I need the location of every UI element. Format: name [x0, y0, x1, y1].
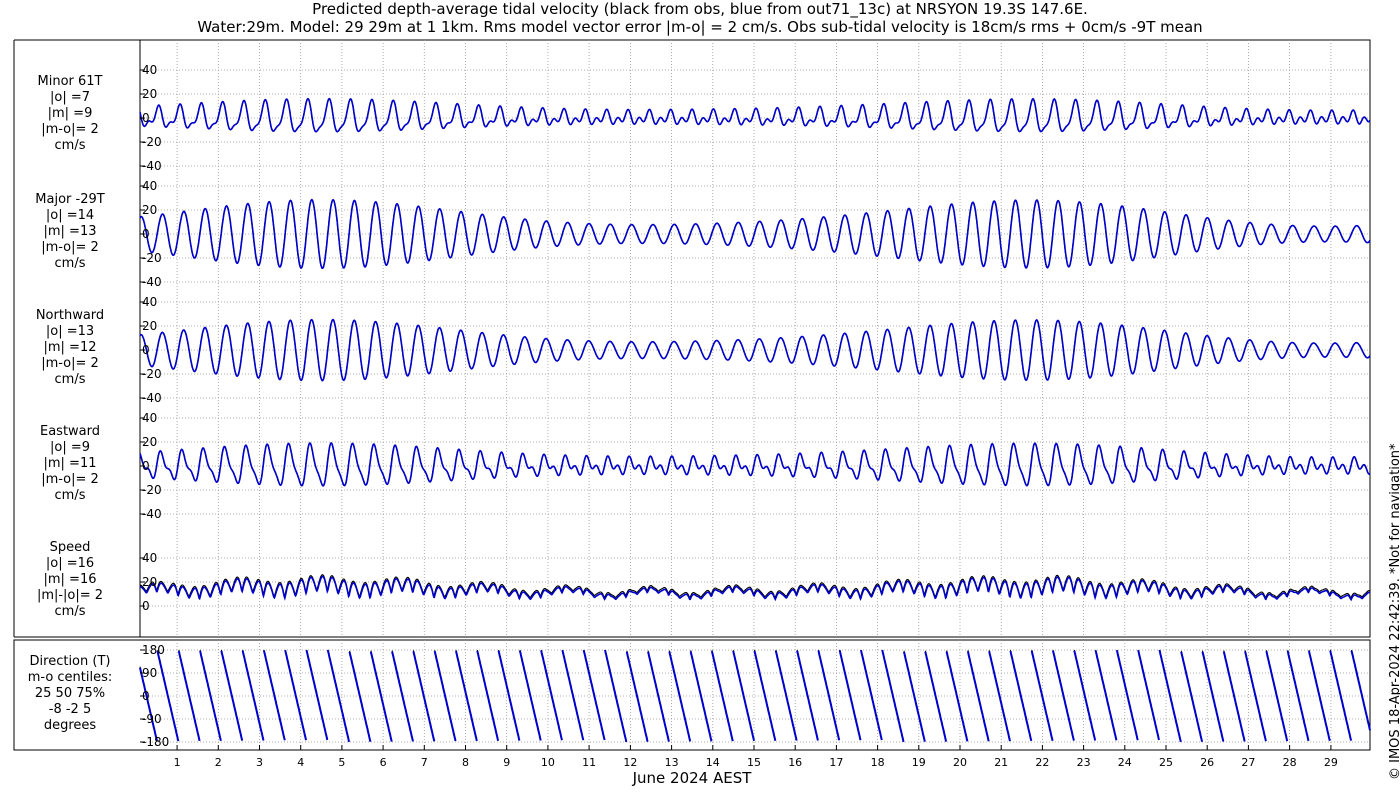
tidal-velocity-chart: 1 2 3 4 5 6 7 8 9 10 11 12 13 14 15 16 17 18 19 20 21 22 23 24 2… — [13, 39, 1371, 769]
major-panel-label-line: |o| =14 — [45, 208, 95, 223]
x-axis-label: June 2024 AEST — [632, 769, 752, 787]
y-tick-label: 20 — [142, 203, 157, 217]
series-layer — [139, 97, 1371, 743]
minor-panel-label-line: Minor 61T — [37, 74, 103, 89]
direction-panel-label-line: m-o centiles: — [27, 670, 113, 685]
northward-panel-label-line: |o| =13 — [45, 324, 95, 339]
speed-panel-label-line: Speed — [49, 540, 91, 555]
x-tick-label: 27 — [1241, 756, 1255, 769]
x-tick-label: 15 — [747, 756, 761, 769]
copyright-notice: © IMOS 18-Apr-2024 22:42:39. *Not for na… — [1388, 443, 1400, 780]
y-tick-label: 40 — [142, 179, 157, 193]
y-tick-label: 20 — [142, 575, 157, 589]
upper-frame — [139, 39, 1371, 638]
major-panel-label-line: cm/s — [54, 256, 86, 271]
x-tick-label: 6 — [380, 756, 387, 769]
y-tick-label: 0 — [142, 227, 150, 241]
direction-panel-label-line: -8 -2 5 — [48, 702, 92, 717]
y-tick-label: -40 — [142, 275, 162, 289]
x-tick-label: 10 — [541, 756, 555, 769]
x-tick-label: 12 — [623, 756, 637, 769]
y-tick-label: 40 — [142, 63, 157, 77]
direction-panel-label-line: Direction (T) — [29, 654, 111, 669]
direction-panel-label-line: degrees — [43, 718, 97, 733]
x-tick-label: 24 — [1118, 756, 1132, 769]
y-tick-label: 40 — [142, 295, 157, 309]
y-tick-label: -40 — [142, 507, 162, 521]
y-tick-label: 40 — [142, 411, 157, 425]
x-tick-label: 26 — [1200, 756, 1214, 769]
x-tick-label: 8 — [462, 756, 469, 769]
x-tick-label: 29 — [1324, 756, 1338, 769]
y-tick-label: 0 — [142, 111, 150, 125]
y-tick-label: -180 — [142, 735, 169, 749]
y-tick-label: -20 — [142, 135, 162, 149]
northward-panel-label-line: |m| =12 — [43, 340, 97, 355]
y-tick-label: 90 — [142, 666, 157, 680]
major-panel-label-line: |m-o|= 2 — [41, 240, 99, 255]
x-tick-label: 22 — [1035, 756, 1049, 769]
minor-model-series — [139, 97, 1371, 133]
x-tick-label: 16 — [788, 756, 802, 769]
major-panel-label-line: Major -29T — [35, 192, 105, 207]
speed-panel-label-line: |m| =16 — [43, 572, 97, 587]
eastward-panel-label-line: |o| =9 — [49, 440, 90, 455]
x-tick-label: 28 — [1283, 756, 1297, 769]
northward-panel-label-line: |m-o|= 2 — [41, 356, 99, 371]
y-tick-label: 40 — [142, 551, 157, 565]
x-tick-label: 17 — [829, 756, 843, 769]
x-tick-label: 5 — [338, 756, 345, 769]
x-tick-label: 21 — [994, 756, 1008, 769]
eastward-panel-label-line: cm/s — [54, 488, 86, 503]
speed-panel-label-line: cm/s — [54, 604, 86, 619]
y-tick-label: 0 — [142, 599, 150, 613]
eastward-panel-label-line: |m-o|= 2 — [41, 472, 99, 487]
y-tick-label: 0 — [142, 343, 150, 357]
x-tick-label: 14 — [706, 756, 720, 769]
y-tick-label: 20 — [142, 87, 157, 101]
x-tick-label: 2 — [215, 756, 222, 769]
y-tick-label: 0 — [142, 459, 150, 473]
y-tick-label: -90 — [142, 712, 162, 726]
y-tick-label: -40 — [142, 159, 162, 173]
y-tick-label: -20 — [142, 367, 162, 381]
minor-panel-label-line: |o| =7 — [49, 90, 90, 105]
speed-panel-label-line: |m|-|o|= 2 — [36, 588, 104, 603]
y-tick-label: -20 — [142, 251, 162, 265]
eastward-panel-label-line: |m| =11 — [43, 456, 97, 471]
y-tick-label: 20 — [142, 319, 157, 333]
y-tick-label: -20 — [142, 483, 162, 497]
x-tick-label: 20 — [953, 756, 967, 769]
speed-panel-label-line: |o| =16 — [45, 556, 95, 571]
speed-model-series — [139, 575, 1371, 602]
direction-panel-label-line: 25 50 75% — [34, 686, 106, 701]
major-panel-label-line: |m| =13 — [43, 224, 97, 239]
x-tick-label: 18 — [871, 756, 885, 769]
y-tick-label: -40 — [142, 391, 162, 405]
x-tick-label: 1 — [174, 756, 181, 769]
northward-panel-label-line: Northward — [35, 308, 105, 323]
x-tick-label: 9 — [503, 756, 510, 769]
y-tick-label: 180 — [142, 643, 165, 657]
tick-layer: 1 2 3 4 5 6 7 8 9 10 11 12 13 14 15 16 17 18 19 20 21 22 23 24 2… — [140, 63, 1338, 769]
x-tick-label: 19 — [912, 756, 926, 769]
x-tick-label: 3 — [256, 756, 263, 769]
eastward-model-series — [139, 441, 1371, 487]
minor-panel-label-line: |m-o|= 2 — [41, 122, 99, 137]
grid-layer — [140, 40, 1370, 750]
x-tick-label: 23 — [1077, 756, 1091, 769]
minor-panel-label-line: cm/s — [54, 138, 86, 153]
x-tick-label: 25 — [1159, 756, 1173, 769]
minor-panel-label-line: |m| =9 — [47, 106, 93, 121]
y-tick-label: 20 — [142, 435, 157, 449]
northward-panel-label-line: cm/s — [54, 372, 86, 387]
x-tick-label: 7 — [421, 756, 428, 769]
x-tick-label: 4 — [297, 756, 304, 769]
x-tick-label: 13 — [665, 756, 679, 769]
x-tick-label: 11 — [582, 756, 596, 769]
y-tick-label: 0 — [142, 689, 150, 703]
eastward-panel-label-line: Eastward — [39, 424, 101, 439]
